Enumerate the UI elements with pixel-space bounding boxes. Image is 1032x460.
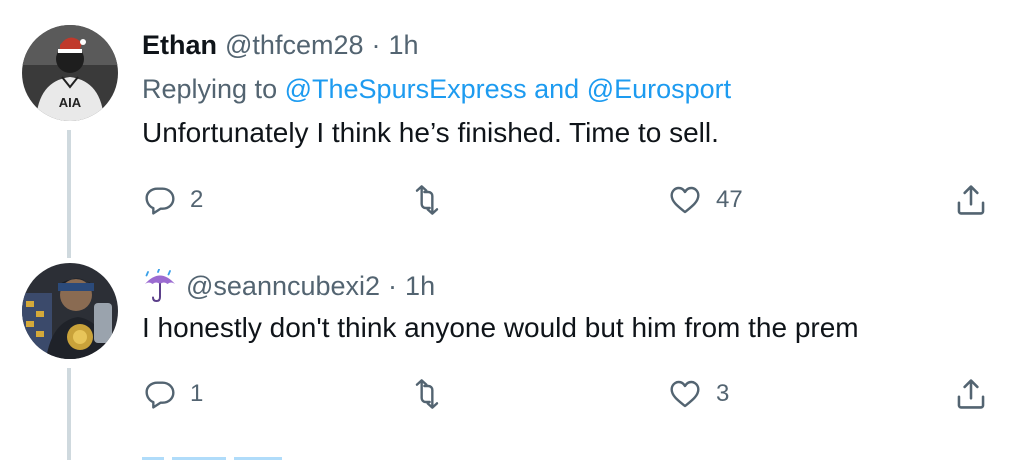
avatar[interactable] <box>22 263 118 359</box>
show-more-replies-link-cropped[interactable] <box>142 452 282 460</box>
separator-dot: · <box>388 271 398 301</box>
retweet-button[interactable] <box>410 374 458 414</box>
tweet-text: Unfortunately I think he’s finished. Tim… <box>142 117 719 148</box>
timestamp[interactable]: 1h <box>405 270 435 302</box>
retweet-icon <box>415 185 439 215</box>
like-button[interactable]: 3 <box>668 374 729 414</box>
share-icon <box>957 379 985 409</box>
umbrella-with-rain-icon <box>142 268 178 303</box>
retweet-icon <box>415 379 439 409</box>
share-icon <box>957 185 985 215</box>
reply-count: 2 <box>190 186 204 213</box>
reply-bubble-icon <box>145 381 175 409</box>
reply-button[interactable]: 2 <box>144 180 203 220</box>
share-button[interactable] <box>954 180 988 220</box>
tweet-header: Ethan @thfcem28 · 1h <box>142 29 419 61</box>
avatar-image <box>22 263 118 359</box>
reply-count: 1 <box>190 380 204 407</box>
user-handle[interactable]: @seanncubexi2 <box>186 270 380 302</box>
mention-link[interactable]: @Eurosport <box>587 74 731 104</box>
replying-to: Replying to @TheSpursExpress and @Eurosp… <box>142 72 731 106</box>
like-button[interactable]: 47 <box>668 180 743 220</box>
mention-and-text[interactable]: and <box>534 74 579 104</box>
avatar-image: AIA <box>22 25 118 121</box>
replying-to-label: Replying to <box>142 74 278 104</box>
tweet-actions: 2 47 <box>0 180 1032 220</box>
mention-link[interactable]: @TheSpursExpress <box>285 74 527 104</box>
timestamp[interactable]: 1h <box>388 29 418 61</box>
tweet[interactable]: AIA Ethan @thfcem28 · 1h Replying to @Th… <box>0 0 1032 258</box>
separator-dot: · <box>371 30 381 60</box>
like-count: 47 <box>716 186 743 213</box>
tweet-text: I honestly don't think anyone would but … <box>142 312 859 343</box>
heart-icon <box>670 186 700 214</box>
share-button[interactable] <box>954 374 988 414</box>
retweet-button[interactable] <box>410 180 458 220</box>
heart-icon <box>670 380 700 408</box>
avatar-sponsor-text: AIA <box>59 95 82 110</box>
avatar[interactable]: AIA <box>22 25 118 121</box>
reply-bubble-icon <box>145 187 175 215</box>
reply-button[interactable]: 1 <box>144 374 203 414</box>
tweet-header: @seanncubexi2 · 1h <box>142 268 435 303</box>
display-name[interactable]: Ethan <box>142 29 217 61</box>
tweet-actions: 1 3 <box>0 374 1032 414</box>
like-count: 3 <box>716 380 730 407</box>
tweet[interactable]: @seanncubexi2 · 1h I honestly don't thin… <box>0 258 1032 460</box>
user-handle[interactable]: @thfcem28 <box>225 29 363 61</box>
